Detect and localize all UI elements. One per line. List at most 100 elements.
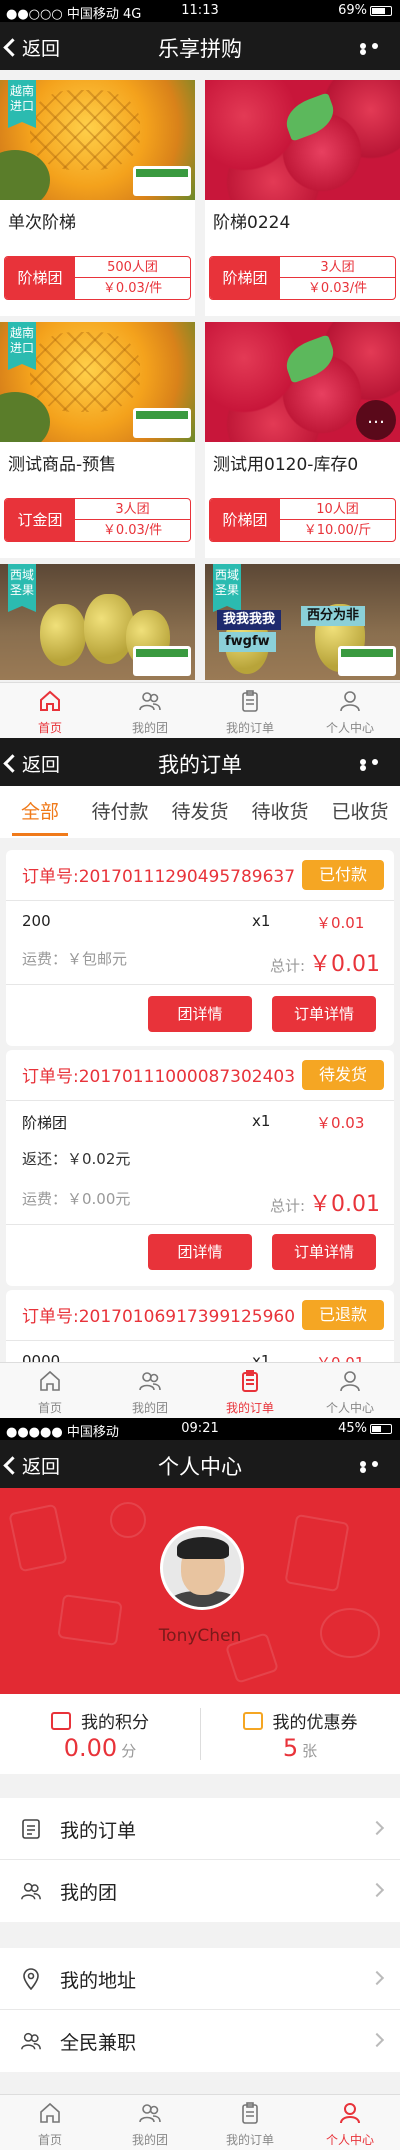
tab-my-groups[interactable]: 我的团 — [100, 683, 200, 738]
tab-label: 个人中心 — [325, 1401, 374, 1415]
product-card[interactable]: 西域 圣果 — [0, 564, 195, 680]
join-group-button[interactable]: 订金团 3人团 ￥0.03/件 — [4, 498, 191, 542]
menu-item-part-time[interactable]: 全民兼职 — [0, 2010, 400, 2072]
chat-bubble-icon[interactable]: … — [356, 400, 396, 440]
chevron-left-icon — [3, 1456, 22, 1475]
join-group-button[interactable]: 阶梯团 500人团 ￥0.03/件 — [4, 256, 191, 300]
more-icon[interactable] — [360, 1461, 392, 1473]
coupons-label: 我的优惠券 — [272, 1713, 358, 1733]
order-detail-button[interactable]: 订单详情 — [272, 996, 376, 1032]
order-filter-tabs: 全部 待付款 待发货 待收货 已收货 — [0, 786, 400, 838]
group-price: ￥0.03/件 — [102, 523, 163, 538]
overlay-label: fwgfw — [219, 632, 276, 652]
people-icon — [21, 2032, 41, 2050]
back-label: 返回 — [22, 38, 61, 60]
product-card[interactable]: 测试用0120-库存0 阶梯团 10人团 ￥10.00/斤 — [205, 322, 400, 558]
tab-received[interactable]: 已收货 — [320, 786, 400, 838]
product-sticker — [338, 646, 396, 676]
avatar[interactable] — [160, 1526, 244, 1610]
username: TonyChen — [158, 1626, 242, 1646]
battery-status: 45% — [338, 1421, 392, 1436]
order-card[interactable]: 订单号:20170111000087302403 待发货 阶梯团 x1 ￥0.0… — [6, 1050, 394, 1286]
clipboard-icon — [242, 1370, 258, 1392]
refund-amount: 返还：￥0.02元 — [22, 1150, 131, 1168]
join-group-button[interactable]: 阶梯团 10人团 ￥10.00/斤 — [209, 498, 396, 542]
product-card[interactable]: 越南 进口 测试商品-预售 订金团 3人团 ￥0.03/件 — [0, 322, 195, 558]
tab-profile[interactable]: 个人中心 — [300, 1363, 400, 1418]
tab-my-orders[interactable]: 我的订单 — [200, 1363, 300, 1418]
group-detail-button[interactable]: 团详情 — [148, 996, 252, 1032]
product-name: 测试商品-预售 — [8, 455, 117, 475]
profile-screen: ●●●●● 中国移动 09:21 45% 返回 个人中心 TonyChen 我的… — [0, 1418, 400, 2150]
tab-label: 我的订单 — [225, 1401, 274, 1415]
order-number: 订单号:20170111000087302403 — [22, 1067, 296, 1087]
tab-all[interactable]: 全部 — [0, 786, 80, 838]
group-size: 500人团 — [75, 257, 190, 278]
group-detail-button[interactable]: 团详情 — [148, 1234, 252, 1270]
more-icon[interactable] — [360, 43, 392, 55]
tab-profile[interactable]: 个人中心 — [300, 2095, 400, 2150]
battery-icon — [370, 5, 392, 16]
order-total: 总计: ￥0.01 — [270, 1186, 380, 1218]
shipping-fee: 运费：￥包邮元 — [22, 950, 128, 968]
order-number: 订单号:20170111290495789637 — [22, 867, 296, 887]
item-name: 200 — [22, 912, 51, 930]
coupon-icon — [242, 1712, 263, 1730]
back-button[interactable]: 返回 — [3, 34, 61, 61]
page-title: 乐享拼购 — [158, 37, 242, 61]
join-group-button[interactable]: 阶梯团 3人团 ￥0.03/件 — [209, 256, 396, 300]
group-icon — [139, 1372, 161, 1391]
tab-pending-receipt[interactable]: 待收货 — [240, 786, 320, 838]
order-card[interactable]: 订单号:20170111290495789637 已付款 200 x1 ￥0.0… — [6, 850, 394, 1046]
menu-item-my-address[interactable]: 我的地址 — [0, 1948, 400, 2010]
battery-status: 69% — [338, 3, 392, 18]
tab-home[interactable]: 首页 — [0, 2095, 100, 2150]
tab-profile[interactable]: 个人中心 — [300, 683, 400, 738]
clipboard-icon — [242, 2102, 258, 2124]
tab-home[interactable]: 首页 — [0, 683, 100, 738]
origin-tag: 越南 进口 — [8, 80, 36, 128]
overlay-label: 西分为非 — [301, 606, 366, 626]
more-icon[interactable] — [360, 759, 392, 771]
back-label: 返回 — [22, 1456, 61, 1478]
product-name: 阶梯0224 — [213, 213, 291, 233]
menu-item-my-groups[interactable]: 我的团 — [0, 1860, 400, 1922]
shipping-fee: 运费：￥0.00元 — [22, 1190, 131, 1208]
chevron-left-icon — [3, 754, 22, 773]
tab-my-groups[interactable]: 我的团 — [100, 1363, 200, 1418]
menu-group-orders: 我的订单 我的团 — [0, 1798, 400, 1922]
tab-my-groups[interactable]: 我的团 — [100, 2095, 200, 2150]
coupons-value: 5 — [282, 1734, 299, 1762]
group-type-label: 订金团 — [5, 499, 75, 541]
coupons-panel[interactable]: 我的优惠券 5张 — [200, 1694, 400, 1774]
order-detail-button[interactable]: 订单详情 — [272, 1234, 376, 1270]
product-card[interactable]: 阶梯0224 阶梯团 3人团 ￥0.03/件 — [205, 80, 400, 316]
location-pin-icon — [23, 1968, 39, 1990]
battery-level: 45% — [338, 1421, 367, 1436]
tab-label: 个人中心 — [325, 2133, 374, 2147]
menu-item-my-orders[interactable]: 我的订单 — [0, 1798, 400, 1860]
tab-pending-payment[interactable]: 待付款 — [80, 786, 160, 838]
order-card[interactable]: 订单号:20170106917399125960 已退款 0000 x1 ￥0.… — [6, 1290, 394, 1372]
tab-my-orders[interactable]: 我的订单 — [200, 2095, 300, 2150]
total-label: 总计: — [269, 1197, 305, 1215]
order-number: 订单号:20170106917399125960 — [22, 1307, 296, 1327]
nav-bar: 返回 我的订单 — [0, 738, 400, 786]
product-card[interactable]: 越南 进口 单次阶梯 阶梯团 500人团 ￥0.03/件 — [0, 80, 195, 316]
group-price: ￥0.03/件 — [102, 281, 163, 296]
group-size: 3人团 — [75, 499, 190, 520]
status-bar: ●●●●● 中国移动 09:21 45% — [0, 1418, 400, 1440]
origin-tag: 西域 圣果 — [213, 564, 241, 612]
home-icon — [40, 1370, 60, 1391]
back-button[interactable]: 返回 — [3, 750, 60, 777]
back-button[interactable]: 返回 — [3, 1452, 61, 1479]
product-card[interactable]: 西域 圣果 我我我我 fwgfw 西分为非 — [205, 564, 400, 680]
home-icon — [40, 2102, 60, 2123]
points-panel[interactable]: 我的积分 0.00 分 — [0, 1694, 200, 1774]
tab-my-orders[interactable]: 我的订单 — [200, 683, 300, 738]
group-icon — [139, 2104, 161, 2123]
tab-pending-shipment[interactable]: 待发货 — [160, 786, 240, 838]
tab-label: 我的订单 — [225, 721, 274, 735]
tab-home[interactable]: 首页 — [0, 1363, 100, 1418]
total-label: 总计: — [269, 957, 305, 975]
